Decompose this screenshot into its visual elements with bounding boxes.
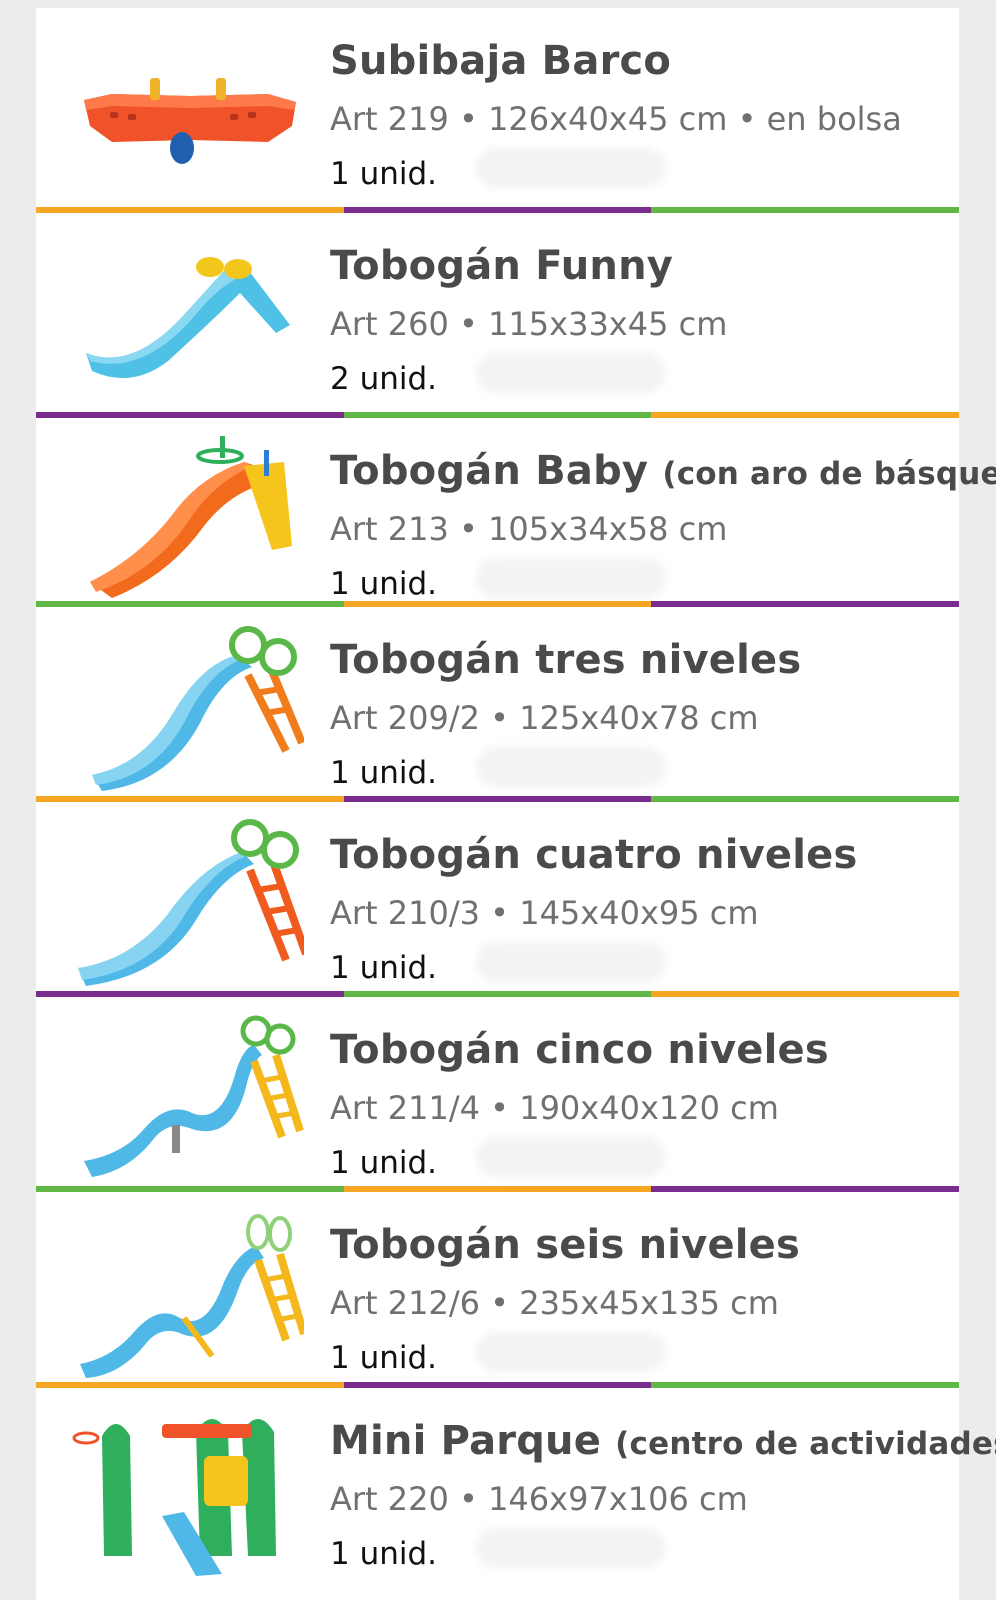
slide-ladder-icon xyxy=(72,615,304,795)
redacted-area xyxy=(476,942,666,982)
seesaw-boat-icon xyxy=(72,16,304,196)
redacted-area xyxy=(476,353,666,393)
product-title: Tobogán cuatro niveles xyxy=(330,832,858,878)
product-item: Tobogán Baby (con aro de básquet) Art 21… xyxy=(36,418,996,617)
activity-center-icon xyxy=(72,1396,304,1576)
slide-ladder-icon xyxy=(72,1200,304,1380)
product-title: Subibaja Barco xyxy=(330,38,672,84)
product-quantity: 1 unid. xyxy=(330,1536,438,1572)
product-quantity: 1 unid. xyxy=(330,1145,438,1181)
product-title: Tobogán tres niveles xyxy=(330,637,802,683)
product-item: Tobogán seis niveles Art 212/6 • 235x45x… xyxy=(36,1192,959,1391)
product-specs: Art 212/6 • 235x45x135 cm xyxy=(330,1284,779,1322)
product-specs: Art 209/2 • 125x40x78 cm xyxy=(330,699,759,737)
product-quantity: 1 unid. xyxy=(330,950,438,986)
product-item: Tobogán tres niveles Art 209/2 • 125x40x… xyxy=(36,607,959,806)
product-specs: Art 219 • 126x40x45 cm • en bolsa xyxy=(330,100,902,138)
product-item: Mini Parque (centro de actividades) Art … xyxy=(36,1388,996,1587)
slide-basketball-icon xyxy=(72,426,304,606)
product-item: Tobogán cuatro niveles Art 210/3 • 145x4… xyxy=(36,802,959,1001)
slide-icon xyxy=(72,221,304,401)
product-title: Tobogán cinco niveles xyxy=(330,1027,829,1073)
redacted-area xyxy=(476,747,666,787)
redacted-area xyxy=(476,1332,666,1372)
slide-ladder-icon xyxy=(72,810,304,990)
product-specs: Art 210/3 • 145x40x95 cm xyxy=(330,894,759,932)
product-subtitle: (centro de actividades) xyxy=(615,1426,996,1462)
product-sheet: Subibaja Barco Art 219 • 126x40x45 cm • … xyxy=(36,8,996,1600)
product-specs: Art 211/4 • 190x40x120 cm xyxy=(330,1089,779,1127)
redacted-area xyxy=(476,558,666,598)
product-quantity: 1 unid. xyxy=(330,156,438,192)
product-item: Tobogán cinco niveles Art 211/4 • 190x40… xyxy=(36,997,959,1196)
redacted-area xyxy=(476,1137,666,1177)
product-specs: Art 220 • 146x97x106 cm xyxy=(330,1480,748,1518)
slide-ladder-icon xyxy=(72,1005,304,1185)
redacted-area xyxy=(476,1528,666,1568)
product-specs: Art 260 • 115x33x45 cm xyxy=(330,305,728,343)
product-quantity: 1 unid. xyxy=(330,1340,438,1376)
product-title: Mini Parque (centro de actividades) xyxy=(330,1418,996,1464)
redacted-area xyxy=(476,148,666,188)
product-item: Tobogán Funny Art 260 • 115x33x45 cm 2 u… xyxy=(36,213,959,412)
product-quantity: 1 unid. xyxy=(330,755,438,791)
product-title: Tobogán Baby (con aro de básquet) xyxy=(330,448,996,494)
product-quantity: 2 unid. xyxy=(330,361,438,397)
product-title: Tobogán seis niveles xyxy=(330,1222,801,1268)
product-title: Tobogán Funny xyxy=(330,243,674,289)
product-specs: Art 213 • 105x34x58 cm xyxy=(330,510,728,548)
product-quantity: 1 unid. xyxy=(330,566,438,602)
product-subtitle: (con aro de básquet) xyxy=(662,456,996,492)
product-item: Subibaja Barco Art 219 • 126x40x45 cm • … xyxy=(36,8,959,207)
